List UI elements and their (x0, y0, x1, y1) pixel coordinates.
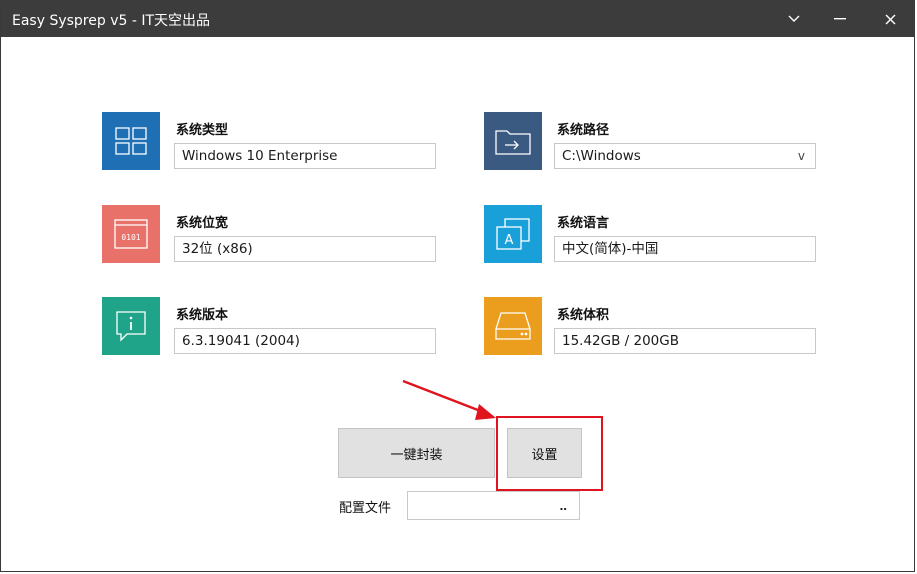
system-size-label: 系统体积 (557, 308, 610, 323)
one-click-package-button[interactable]: 一键封装 (338, 428, 495, 478)
system-type-field[interactable]: Windows 10 Enterprise (174, 143, 436, 169)
annotation-arrow (402, 379, 496, 420)
system-path-select[interactable]: C:\Windows v (554, 143, 816, 169)
system-version-label: 系统版本 (176, 308, 229, 323)
system-path-value: C:\Windows (562, 148, 641, 164)
folder-arrow-icon (484, 112, 542, 170)
system-size-field[interactable]: 15.42GB / 200GB (554, 328, 816, 354)
window-title: Easy Sysprep v5 - IT天空出品 (12, 13, 211, 29)
close-icon (885, 14, 895, 24)
system-bits-value: 32位 (x86) (182, 241, 253, 257)
config-file-field[interactable]: ‥ (407, 491, 580, 520)
system-bits-field[interactable]: 32位 (x86) (174, 236, 436, 262)
system-size-value: 15.42GB / 200GB (562, 333, 679, 349)
browse-button[interactable]: ‥ (560, 500, 567, 513)
one-click-package-label: 一键封装 (390, 447, 443, 463)
system-language-label: 系统语言 (557, 216, 610, 231)
svg-text:0101: 0101 (121, 233, 140, 242)
system-language-field[interactable]: 中文(简体)-中国 (554, 236, 816, 262)
system-language-value: 中文(简体)-中国 (562, 241, 659, 257)
system-type-label: 系统类型 (176, 123, 229, 138)
system-version-field[interactable]: 6.3.19041 (2004) (174, 328, 436, 354)
settings-highlight-box (496, 416, 603, 491)
info-bubble-icon (102, 297, 160, 355)
hard-drive-icon (484, 297, 542, 355)
binary-window-icon: 0101 (102, 205, 160, 263)
system-type-value: Windows 10 Enterprise (182, 148, 338, 164)
app-window: Easy Sysprep v5 - IT天空出品 系统类型 Windows 10… (0, 0, 915, 572)
chevron-down-icon[interactable]: v (798, 144, 805, 168)
system-path-label: 系统路径 (557, 123, 610, 138)
minimize-button[interactable] (817, 1, 863, 37)
config-file-label: 配置文件 (339, 501, 392, 516)
title-bar[interactable]: Easy Sysprep v5 - IT天空出品 (1, 1, 914, 37)
dropdown-button[interactable] (771, 1, 817, 37)
chevron-down-icon (788, 15, 800, 22)
svg-text:A: A (505, 233, 514, 248)
close-button[interactable] (867, 1, 913, 37)
system-bits-label: 系统位宽 (176, 216, 229, 231)
language-icon: A (484, 205, 542, 263)
minimize-icon (834, 18, 846, 20)
system-version-value: 6.3.19041 (2004) (182, 333, 300, 349)
windows-tiles-icon (102, 112, 160, 170)
